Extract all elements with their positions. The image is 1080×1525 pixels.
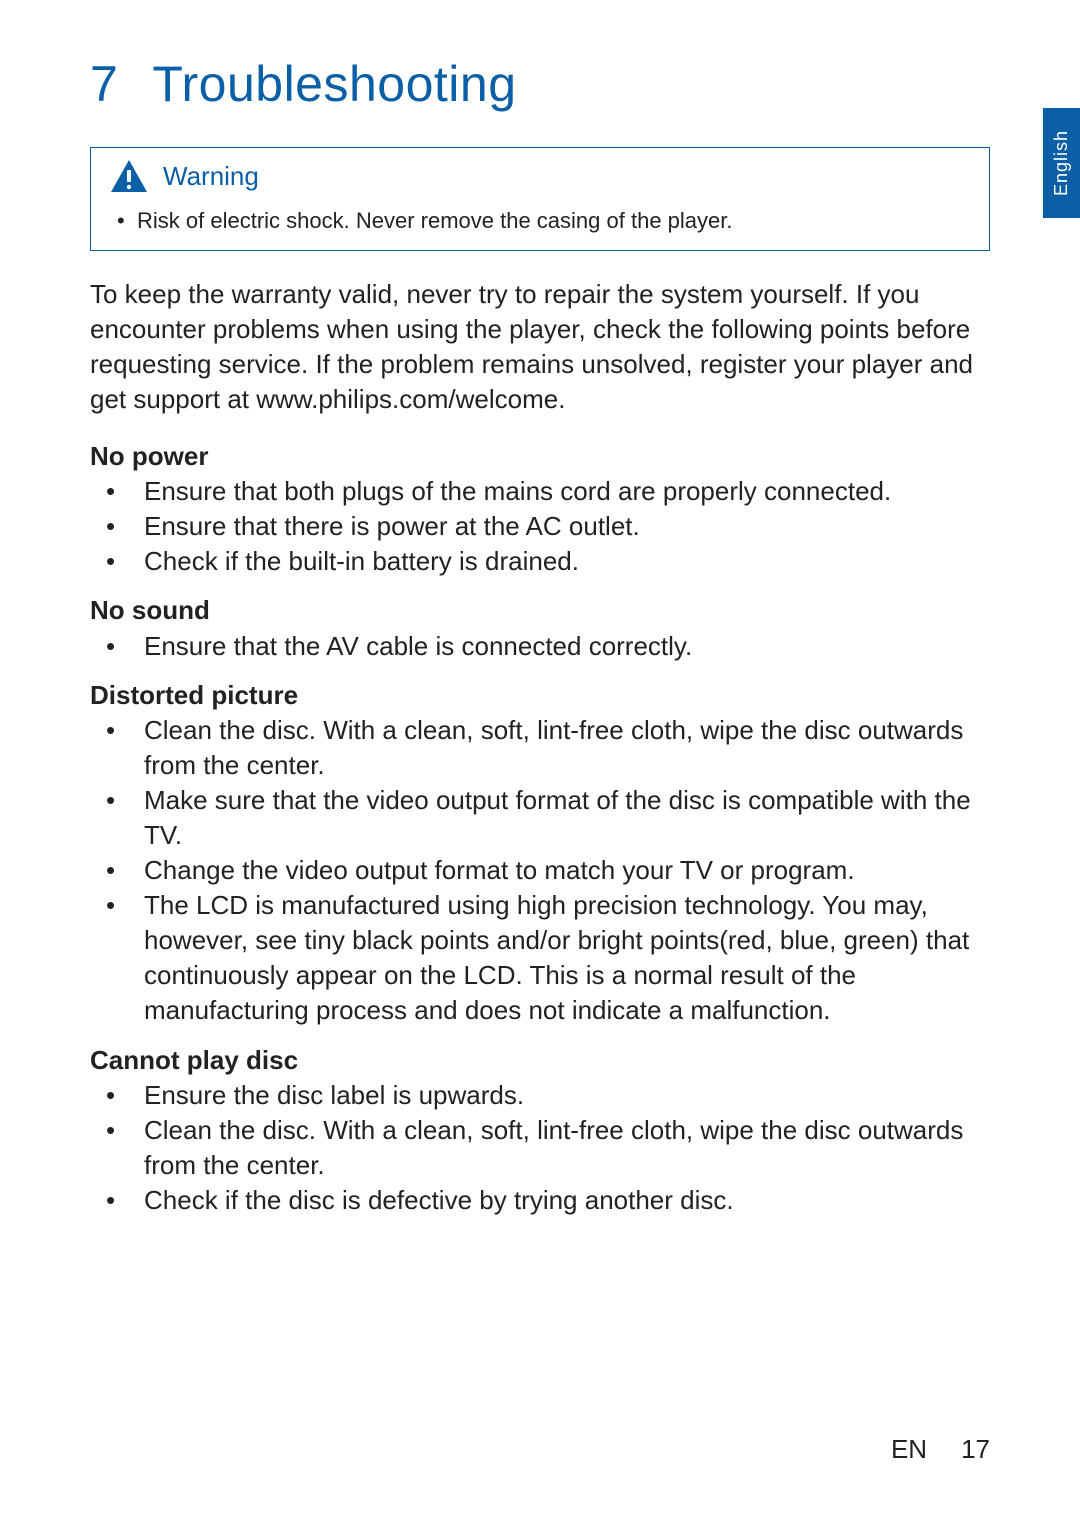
intro-paragraph: To keep the warranty valid, never try to… [90,277,990,417]
warning-items: Risk of electric shock. Never remove the… [109,206,971,236]
language-tab: English [1043,108,1080,218]
list-item: Make sure that the video output format o… [90,783,990,853]
troubleshoot-section: Cannot play discEnsure the disc label is… [90,1043,990,1218]
footer-page-number: 17 [961,1434,990,1465]
list-item: Clean the disc. With a clean, soft, lint… [90,713,990,783]
list-item: Ensure the disc label is upwards. [90,1078,990,1113]
troubleshoot-section: No soundEnsure that the AV cable is conn… [90,593,990,663]
section-title: No sound [90,593,990,628]
page-footer: EN 17 [891,1434,990,1465]
list-item: Ensure that there is power at the AC out… [90,509,990,544]
list-item: Change the video output format to match … [90,853,990,888]
section-bullets: Ensure that the AV cable is connected co… [90,629,990,664]
chapter-title: Troubleshooting [152,56,516,112]
chapter-heading: 7 Troubleshooting [90,55,990,113]
footer-lang: EN [891,1434,927,1465]
section-title: Distorted picture [90,678,990,713]
section-title: Cannot play disc [90,1043,990,1078]
section-bullets: Ensure that both plugs of the mains cord… [90,474,990,579]
list-item: Clean the disc. With a clean, soft, lint… [90,1113,990,1183]
warning-icon [109,158,149,194]
section-bullets: Ensure the disc label is upwards.Clean t… [90,1078,990,1218]
list-item: Check if the disc is defective by trying… [90,1183,990,1218]
chapter-number: 7 [90,55,118,113]
troubleshoot-section: No powerEnsure that both plugs of the ma… [90,439,990,579]
warning-title: Warning [163,161,259,192]
warning-box: Warning Risk of electric shock. Never re… [90,147,990,251]
section-bullets: Clean the disc. With a clean, soft, lint… [90,713,990,1029]
list-item: Check if the built-in battery is drained… [90,544,990,579]
warning-item: Risk of electric shock. Never remove the… [109,206,971,236]
list-item: Ensure that both plugs of the mains cord… [90,474,990,509]
warning-header: Warning [109,158,971,194]
list-item: Ensure that the AV cable is connected co… [90,629,990,664]
list-item: The LCD is manufactured using high preci… [90,888,990,1028]
troubleshoot-section: Distorted pictureClean the disc. With a … [90,678,990,1029]
section-title: No power [90,439,990,474]
